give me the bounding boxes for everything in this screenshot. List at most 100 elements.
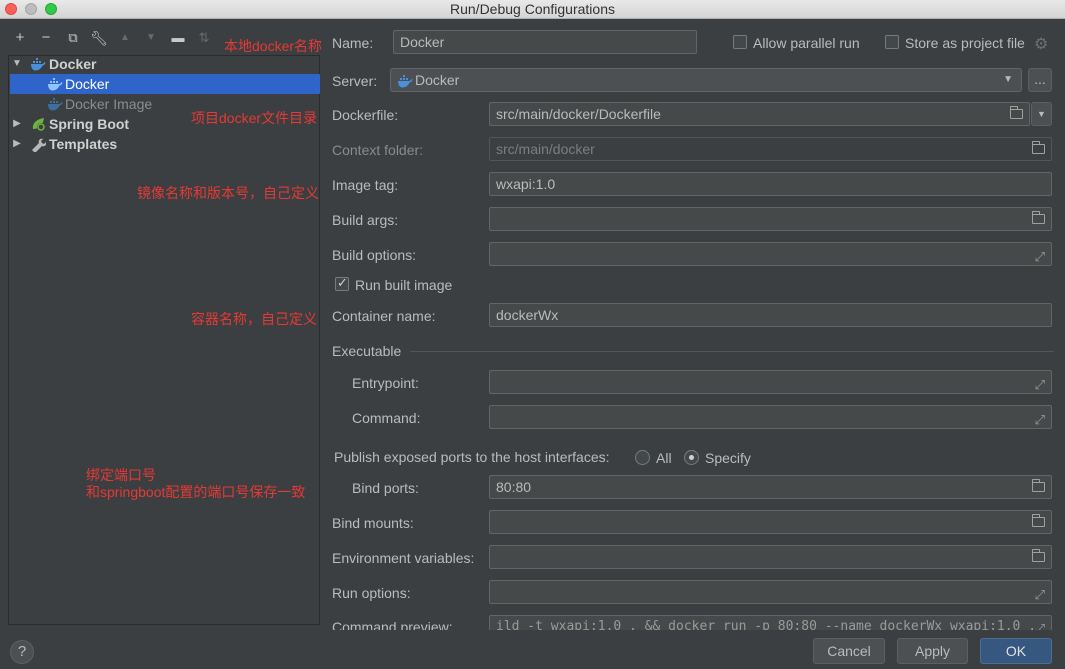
annotation-image: 镜像名称和版本号，自己定义 — [137, 185, 319, 201]
bind-mounts-input[interactable] — [489, 510, 1052, 534]
image-tag-label: Image tag: — [332, 177, 399, 193]
tree-item-docker[interactable]: Docker — [10, 74, 320, 94]
context-folder-value: src/main/docker — [496, 141, 595, 157]
bind-ports-label: Bind ports: — [352, 480, 419, 496]
wrench-icon[interactable]: 🔧︎ — [89, 28, 109, 48]
folder-icon[interactable] — [1032, 141, 1045, 154]
folder-icon[interactable] — [1010, 106, 1023, 119]
annotation-ports-2: 和springboot配置的端口号保存一致 — [86, 484, 306, 500]
arrow-up-icon[interactable]: ▲ — [115, 28, 135, 48]
window-title: Run/Debug Configurations — [450, 1, 615, 17]
server-select[interactable]: Docker ▼ — [390, 68, 1022, 92]
tree-label-spring-boot: Spring Boot — [49, 116, 130, 132]
new-folder-icon[interactable]: ▬ — [168, 28, 188, 48]
docker-icon — [398, 75, 413, 88]
run-options-input[interactable]: ⤢ — [489, 580, 1052, 604]
context-folder-input[interactable]: src/main/docker — [489, 137, 1052, 161]
sort-icon[interactable]: ⇅ — [194, 28, 214, 48]
expand-icon[interactable]: ⤢ — [1035, 584, 1045, 603]
bind-ports-value: 80:80 — [496, 479, 532, 495]
command-preview-field[interactable]: ild -t wxapi:1.0 . && docker run -p 80:8… — [489, 615, 1052, 630]
chevron-down-icon: ▼ — [1003, 74, 1013, 85]
cancel-button[interactable]: Cancel — [813, 638, 885, 664]
expand-icon[interactable]: ⤢ — [1035, 619, 1045, 630]
annotation-name: 本地docker名称 — [224, 38, 323, 54]
expand-icon[interactable]: ⤢ — [1035, 374, 1045, 393]
build-options-input[interactable]: ⤢ — [489, 242, 1052, 266]
expand-icon[interactable]: ⤢ — [1035, 409, 1045, 428]
env-vars-label: Environment variables: — [332, 550, 475, 566]
run-built-image-label: Run built image — [355, 277, 453, 293]
docker-icon — [48, 78, 63, 91]
tree-label-templates: Templates — [49, 136, 118, 152]
name-input[interactable]: Docker — [393, 30, 697, 54]
configuration-tree: ▼ Docker Docker Docker Image ▶ Spring Bo… — [8, 55, 320, 625]
collapsed-arrow-icon[interactable]: ▶ — [12, 114, 22, 134]
publish-all-label: All — [656, 450, 672, 466]
docker-icon — [48, 98, 63, 111]
title-bar: Run/Debug Configurations — [0, 0, 1065, 19]
store-project-checkbox[interactable] — [885, 35, 899, 49]
run-built-image-checkbox[interactable] — [335, 275, 349, 291]
annotation-dockerfile: 项目docker文件目录 — [191, 110, 318, 126]
env-vars-input[interactable] — [489, 545, 1052, 569]
bind-ports-input[interactable]: 80:80 — [489, 475, 1052, 499]
tree-node-docker[interactable]: ▼ Docker — [10, 54, 320, 74]
command-preview-label: Command preview: — [332, 619, 453, 630]
folder-icon[interactable] — [1032, 549, 1045, 562]
ok-button[interactable]: OK — [980, 638, 1052, 664]
folder-icon[interactable] — [1032, 514, 1045, 527]
context-folder-label: Context folder: — [332, 142, 424, 158]
plus-icon[interactable]: + — [10, 28, 30, 48]
store-project-label: Store as project file — [905, 35, 1025, 51]
entrypoint-input[interactable]: ⤢ — [489, 370, 1052, 394]
expand-icon[interactable]: ⤢ — [1035, 246, 1045, 265]
minus-icon[interactable]: − — [36, 28, 56, 48]
publish-specify-label: Specify — [705, 450, 751, 466]
allow-parallel-checkbox[interactable] — [733, 35, 747, 49]
tree-node-templates[interactable]: ▶ Templates — [10, 134, 320, 154]
dockerfile-label: Dockerfile: — [332, 107, 399, 123]
command-preview-clip: Command preview: ild -t wxapi:1.0 . && d… — [320, 612, 1065, 630]
dockerfile-input[interactable]: src/main/docker/Dockerfile — [489, 102, 1030, 126]
publish-all-radio[interactable] — [635, 450, 650, 465]
entrypoint-label: Entrypoint: — [352, 375, 419, 391]
command-input[interactable]: ⤢ — [489, 405, 1052, 429]
tree-label-docker-item: Docker — [65, 76, 110, 92]
publish-ports-label: Publish exposed ports to the host interf… — [334, 449, 610, 465]
collapsed-arrow-icon[interactable]: ▶ — [12, 134, 22, 154]
folder-icon[interactable] — [1032, 211, 1045, 224]
copy-icon[interactable]: ⧉ — [63, 28, 83, 48]
allow-parallel-label: Allow parallel run — [753, 35, 860, 51]
image-tag-input[interactable]: wxapi:1.0 — [489, 172, 1052, 196]
expanded-arrow-icon[interactable]: ▼ — [12, 54, 22, 74]
run-options-label: Run options: — [332, 585, 411, 601]
command-label: Command: — [352, 410, 421, 426]
section-divider — [410, 351, 1054, 352]
build-args-label: Build args: — [332, 212, 399, 228]
server-more-button[interactable]: ... — [1028, 68, 1052, 92]
container-name-input[interactable]: dockerWx — [489, 303, 1052, 327]
server-label: Server: — [332, 73, 378, 89]
dockerfile-dropdown-button[interactable]: ▼ — [1031, 102, 1052, 126]
wrench-icon — [32, 138, 46, 152]
dockerfile-value: src/main/docker/Dockerfile — [496, 106, 661, 122]
spring-boot-icon — [32, 118, 45, 131]
executable-heading: Executable — [332, 343, 402, 359]
build-args-input[interactable] — [489, 207, 1052, 231]
chevron-down-icon: ▼ — [1037, 109, 1046, 119]
folder-icon[interactable] — [1032, 479, 1045, 492]
name-label: Name: — [332, 35, 374, 51]
publish-specify-radio[interactable] — [684, 450, 699, 465]
container-name-label: Container name: — [332, 308, 436, 324]
gear-icon[interactable]: ⚙ — [1034, 34, 1048, 54]
bind-mounts-label: Bind mounts: — [332, 515, 414, 531]
help-button[interactable]: ? — [10, 640, 34, 664]
arrow-down-icon[interactable]: ▼ — [141, 28, 161, 48]
annotation-container: 容器名称，自己定义 — [191, 311, 317, 327]
server-value: Docker — [415, 72, 460, 88]
apply-button[interactable]: Apply — [897, 638, 968, 664]
command-preview-value: ild -t wxapi:1.0 . && docker run -p 80:8… — [496, 619, 1037, 630]
docker-icon — [31, 58, 46, 71]
build-options-label: Build options: — [332, 247, 417, 263]
